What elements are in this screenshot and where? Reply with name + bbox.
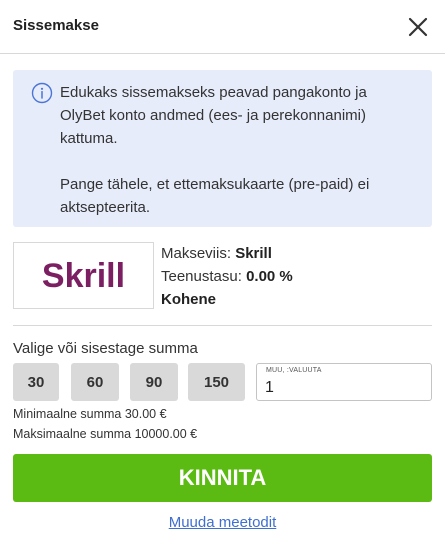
fee-row: Teenustasu: 0.00 % bbox=[161, 265, 293, 288]
info-notice: Edukaks sissemakseks peavad pangakonto j… bbox=[13, 70, 432, 227]
confirm-button[interactable]: KINNITA bbox=[13, 454, 432, 502]
close-button[interactable] bbox=[405, 14, 431, 40]
modal-header: Sissemakse bbox=[0, 0, 445, 54]
info-text: Edukaks sissemakseks peavad pangakonto j… bbox=[60, 81, 415, 219]
amount-preset-150[interactable]: 150 bbox=[188, 363, 245, 401]
info-paragraph-names: Edukaks sissemakseks peavad pangakonto j… bbox=[60, 84, 367, 147]
section-divider bbox=[13, 325, 432, 326]
skrill-logo-text: Skrill bbox=[42, 257, 125, 295]
timing-row: Kohene bbox=[161, 288, 293, 311]
amount-preset-30[interactable]: 30 bbox=[13, 363, 59, 401]
amount-label: Valige või sisestage summa bbox=[13, 340, 198, 357]
method-row: Makseviis: Skrill bbox=[161, 242, 293, 265]
amount-preset-90[interactable]: 90 bbox=[130, 363, 178, 401]
fee-label: Teenustasu: bbox=[161, 268, 242, 285]
custom-amount-input[interactable] bbox=[265, 378, 425, 398]
minimum-amount-text: Minimaalne summa 30.00 € bbox=[13, 407, 167, 421]
fee-value: 0.00 % bbox=[246, 268, 293, 285]
modal-title: Sissemakse bbox=[13, 17, 99, 34]
method-label: Makseviis: bbox=[161, 245, 232, 262]
custom-amount-field[interactable]: MUU, :VALUUTA bbox=[256, 363, 432, 401]
info-icon bbox=[31, 82, 53, 104]
amount-preset-60[interactable]: 60 bbox=[71, 363, 119, 401]
payment-method-logo: Skrill bbox=[13, 242, 154, 309]
close-icon bbox=[408, 17, 428, 37]
custom-amount-label: MUU, :VALUUTA bbox=[266, 367, 322, 374]
method-value: Skrill bbox=[235, 245, 272, 262]
maximum-amount-text: Maksimaalne summa 10000.00 € bbox=[13, 427, 198, 441]
payment-method-details: Makseviis: Skrill Teenustasu: 0.00 % Koh… bbox=[161, 242, 293, 311]
info-paragraph-prepaid: Pange tähele, et ettemaksukaarte (pre-pa… bbox=[60, 176, 370, 216]
change-method-link[interactable]: Muuda meetodit bbox=[0, 514, 445, 531]
timing-value: Kohene bbox=[161, 291, 217, 308]
skrill-logo: Skrill bbox=[42, 257, 125, 295]
